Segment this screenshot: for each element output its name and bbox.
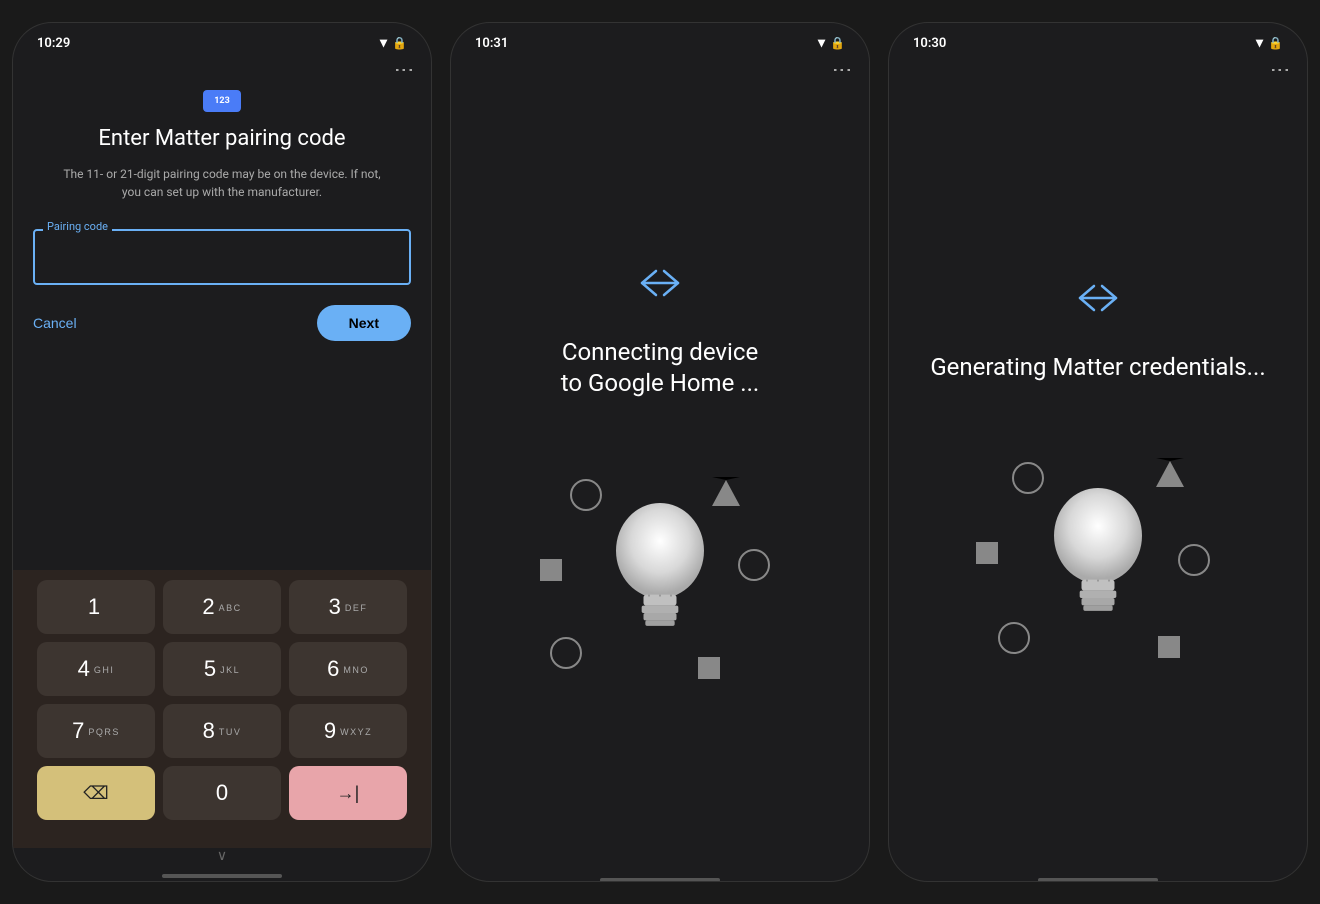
- status-time-2: 10:31: [475, 36, 508, 51]
- key-3[interactable]: 3 DEF: [289, 580, 407, 634]
- bulb-scene-2: [530, 449, 790, 689]
- menu-dots-2[interactable]: ⋮: [451, 55, 869, 80]
- generating-title: Generating Matter credentials...: [930, 352, 1265, 383]
- status-time-3: 10:30: [913, 36, 946, 51]
- key-0[interactable]: 0: [163, 766, 281, 820]
- connect-arrows-icon-3: [1074, 278, 1122, 322]
- status-time-1: 10:29: [37, 36, 70, 51]
- shape-square-b-3: [1158, 636, 1180, 658]
- shape-triangle-3: [1156, 458, 1184, 487]
- connect-title: Connecting device to Google Home ...: [561, 337, 760, 399]
- key-5[interactable]: 5 JKL: [163, 642, 281, 696]
- shape-square-l-3: [976, 542, 998, 564]
- status-bar-2: 10:31 ▾ 🔒: [451, 23, 869, 55]
- status-icons-2: ▾ 🔒: [818, 35, 845, 51]
- shape-circle-r-3: [1178, 544, 1210, 576]
- wifi-icon-2: ▾: [818, 35, 825, 51]
- battery-icon-2: 🔒: [830, 36, 845, 50]
- shape-square-b: [698, 657, 720, 679]
- wifi-icon-3: ▾: [1256, 35, 1263, 51]
- key-1[interactable]: 1: [37, 580, 155, 634]
- key-4[interactable]: 4 GHI: [37, 642, 155, 696]
- connect-arrows-icon: [636, 263, 684, 307]
- enter-icon: →|: [337, 783, 360, 804]
- shape-square-l: [540, 559, 562, 581]
- numpad: 1 2 ABC 3 DEF 4 GHI 5 J: [13, 570, 431, 848]
- key-8[interactable]: 8 TUV: [163, 704, 281, 758]
- battery-icon-3: 🔒: [1268, 36, 1283, 50]
- shape-circle-tl: [570, 479, 602, 511]
- numpad-row-3: 7 PQRS 8 TUV 9 WXYZ: [23, 704, 421, 758]
- shape-triangle: [712, 477, 740, 506]
- three-dots-icon-3[interactable]: ⋮: [1269, 59, 1289, 80]
- wifi-icon-1: ▾: [380, 35, 387, 51]
- status-bar-3: 10:30 ▾ 🔒: [889, 23, 1307, 55]
- status-bar-1: 10:29 ▾ 🔒: [13, 23, 431, 55]
- phone-3: 10:30 ▾ 🔒 ⋮ Generating Matter credential…: [888, 22, 1308, 882]
- enter-desc: The 11- or 21-digit pairing code may be …: [33, 165, 411, 201]
- key-7[interactable]: 7 PQRS: [37, 704, 155, 758]
- phone-1-content: 123 Enter Matter pairing code The 11- or…: [13, 80, 431, 878]
- phone-3-center: Generating Matter credentials...: [889, 80, 1307, 872]
- key-6[interactable]: 6 MNO: [289, 642, 407, 696]
- battery-icon-1: 🔒: [392, 36, 407, 50]
- home-indicator-3: [1038, 878, 1158, 882]
- numpad-row-4: ⌫ 0 →|: [23, 766, 421, 820]
- phone-3-content: Generating Matter credentials...: [889, 80, 1307, 882]
- shape-circle-bl-3: [998, 622, 1030, 654]
- key-9[interactable]: 9 WXYZ: [289, 704, 407, 758]
- key-delete[interactable]: ⌫: [37, 766, 155, 820]
- chevron-down-icon: ∨: [13, 848, 431, 868]
- enter-title: Enter Matter pairing code: [78, 126, 365, 151]
- three-dots-icon-1[interactable]: ⋮: [393, 59, 413, 80]
- numpad-row-2: 4 GHI 5 JKL 6 MNO: [23, 642, 421, 696]
- numpad-row-1: 1 2 ABC 3 DEF: [23, 580, 421, 634]
- pairing-label: Pairing code: [43, 220, 112, 233]
- shape-circle-tl-3: [1012, 462, 1044, 494]
- lightbulb-svg-2: [605, 487, 715, 652]
- home-indicator-2: [600, 878, 720, 882]
- home-indicator-1: [162, 874, 282, 878]
- phone-2-center: Connecting device to Google Home ...: [451, 80, 869, 872]
- matter-badge: 123: [203, 90, 241, 112]
- shape-circle-r: [738, 549, 770, 581]
- key-enter[interactable]: →|: [289, 766, 407, 820]
- key-2[interactable]: 2 ABC: [163, 580, 281, 634]
- phone-2-content: Connecting device to Google Home ...: [451, 80, 869, 882]
- cancel-button[interactable]: Cancel: [33, 315, 77, 331]
- phone-1: 10:29 ▾ 🔒 ⋮ 123 Enter Matter pairing cod…: [12, 22, 432, 882]
- status-icons-1: ▾ 🔒: [380, 35, 407, 51]
- next-button[interactable]: Next: [317, 305, 411, 341]
- three-dots-icon-2[interactable]: ⋮: [831, 59, 851, 80]
- menu-dots-3[interactable]: ⋮: [889, 55, 1307, 80]
- bulb-scene-3: [968, 434, 1228, 674]
- menu-dots-1[interactable]: ⋮: [13, 55, 431, 80]
- status-icons-3: ▾ 🔒: [1256, 35, 1283, 51]
- lightbulb-svg-3: [1043, 471, 1153, 636]
- pairing-field-wrap: Pairing code: [33, 229, 411, 285]
- pairing-input[interactable]: [33, 229, 411, 285]
- shape-circle-bl: [550, 637, 582, 669]
- action-row: Cancel Next: [13, 285, 431, 355]
- delete-icon: ⌫: [83, 783, 108, 804]
- phone-2: 10:31 ▾ 🔒 ⋮ Connecting device to Google …: [450, 22, 870, 882]
